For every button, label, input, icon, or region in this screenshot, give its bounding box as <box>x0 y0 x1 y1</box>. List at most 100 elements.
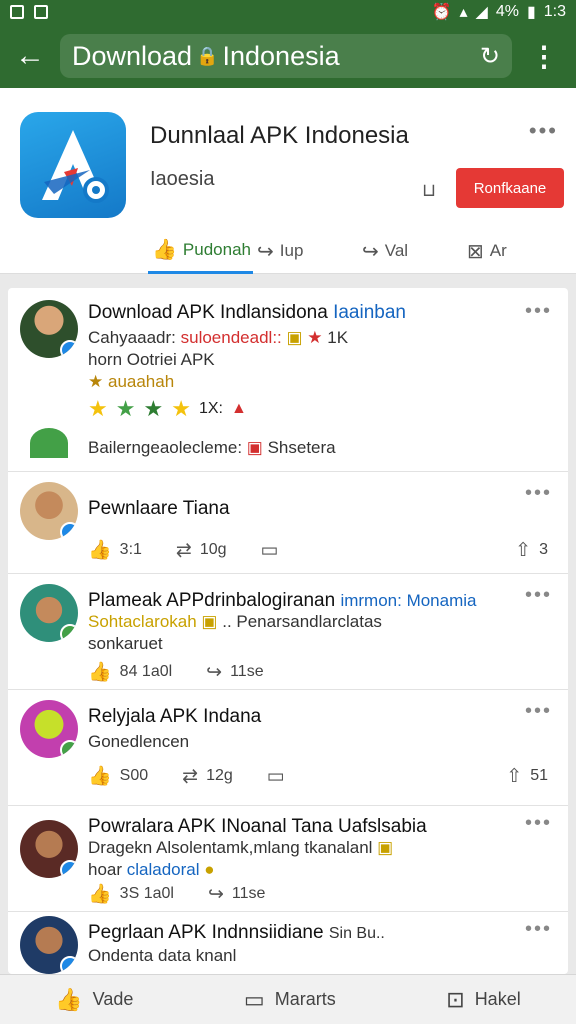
author-tag: Iaainban <box>333 302 406 323</box>
address-bar[interactable]: Download 🔒 Indonesia ↻ <box>60 34 512 78</box>
download-icon[interactable]: ⊔ <box>422 180 436 201</box>
like-count: 3S 1a0l <box>119 885 174 902</box>
post-author[interactable]: Pegrlaan APK Indnnsiidiane Sin Bu.. <box>88 922 385 944</box>
like-count: 84 1a0l <box>119 663 173 680</box>
author-name: Plameak APPdrinbalogiranan <box>88 590 336 611</box>
post-feed: Download APK Indlansidona Iaainban ••• C… <box>8 288 568 974</box>
author-tag: imrmon: Monamia <box>340 591 477 610</box>
post-text: Shsetera <box>267 438 336 457</box>
badge-icon: ▣ <box>201 612 218 631</box>
post-line: Gonedlencen <box>88 732 190 751</box>
tab-label: Ar <box>489 241 507 260</box>
nav-label: Mararts <box>274 989 336 1009</box>
post-author[interactable]: Plameak APPdrinbalogiranan imrmon: Monam… <box>88 590 477 612</box>
post-footer: Bailerngeaolecleme: ▣ Shsetera <box>88 438 336 458</box>
star-icon: ★ <box>307 328 323 347</box>
post-line: Ondenta data knanl <box>88 946 237 965</box>
avatar[interactable] <box>20 584 78 642</box>
overflow-menu-icon[interactable]: ⋮ <box>512 40 576 73</box>
post-text: auaahah <box>107 372 175 391</box>
feed-post[interactable]: Download APK Indlansidona Iaainban ••• C… <box>8 288 568 472</box>
share-button[interactable]: ↪ 11se <box>208 883 265 906</box>
avatar[interactable] <box>20 700 78 758</box>
post-more-icon[interactable]: ••• <box>525 584 552 607</box>
tab-label: Val <box>384 241 409 260</box>
repost-icon: ⇄ <box>175 539 192 561</box>
post-actions: 👍 3S 1a0l ↪ 11se <box>88 882 299 906</box>
like-button[interactable]: 👍 84 1a0l <box>88 660 172 684</box>
feed-post[interactable]: Plameak APPdrinbalogiranan imrmon: Monam… <box>8 574 568 690</box>
post-more-icon[interactable]: ••• <box>525 700 552 723</box>
battery-icon: ▮ <box>526 4 536 21</box>
nav-label: Vade <box>92 989 134 1009</box>
comment-button[interactable]: ▭ <box>267 765 285 788</box>
author-name[interactable]: Relyjala APK Indana <box>88 706 261 728</box>
author-name[interactable]: Powralara APK INoanal Tana Uafslsabia <box>88 816 427 838</box>
author-name[interactable]: Pewnlaare Tiana <box>88 498 230 520</box>
author-tag: Sin Bu.. <box>328 925 385 942</box>
tab-iup[interactable]: ↪ Iup <box>253 228 358 274</box>
post-text-highlight: Sohtaclarokah <box>88 612 197 631</box>
author-name: Download APK Indlansidona <box>88 302 328 323</box>
app-subtitle: Iaoesia <box>150 168 215 190</box>
post-more-icon[interactable]: ••• <box>525 300 552 323</box>
post-line: Cahyaaadr: suloendeadl:: ▣ ★ 1K <box>88 328 348 348</box>
avatar[interactable] <box>20 820 78 878</box>
battery-percent: 4% <box>495 3 519 20</box>
tab-ar[interactable]: ⊠ Ar <box>463 228 568 274</box>
bookmark-icon: ⊠ <box>467 240 484 263</box>
chat-icon: ▭ <box>243 986 265 1012</box>
like-button[interactable]: 👍 3S 1a0l <box>88 882 174 906</box>
post-more-icon[interactable]: ••• <box>525 812 552 835</box>
share-icon: ⇧ <box>515 539 532 561</box>
verified-badge-icon <box>60 624 78 642</box>
post-text-highlight: suloendeadl:: <box>180 328 282 347</box>
share-icon: ↪ <box>257 240 274 263</box>
feed-post[interactable]: Powralara APK INoanal Tana Uafslsabia ••… <box>8 806 568 912</box>
thumbs-up-icon: 👍 <box>55 986 83 1012</box>
install-button[interactable]: Ronfkaane <box>456 168 564 208</box>
share-button[interactable]: ↪ 11se <box>206 661 263 684</box>
like-button[interactable]: 👍 3:1 <box>88 538 142 562</box>
like-count: S00 <box>119 767 149 784</box>
comment-icon: ▭ <box>260 539 279 561</box>
tab-label: Iup <box>279 241 304 260</box>
nav-mararts[interactable]: ▭ Mararts <box>244 987 336 1013</box>
repost-button[interactable]: ⇄ 12g <box>182 765 233 788</box>
status-right: ⏰ ▴ ◢ 4% ▮ 1:3 <box>432 2 566 22</box>
share-button[interactable]: ⇧ 3 <box>515 539 548 562</box>
avatar[interactable] <box>20 300 78 358</box>
url-text: Download <box>72 40 193 71</box>
share-button[interactable]: ⇧ 51 <box>506 765 548 788</box>
feed-post[interactable]: Relyjala APK Indana ••• Gonedlencen 👍 S00… <box>8 690 568 806</box>
post-line: sonkaruet <box>88 634 163 653</box>
feed-post[interactable]: Pegrlaan APK Indnnsiidiane Sin Bu.. ••• … <box>8 912 568 974</box>
thumbs-up-icon: 👍 <box>88 766 112 787</box>
tab-pudonah[interactable]: 👍 Pudonah <box>148 228 253 274</box>
like-button[interactable]: 👍 S00 <box>88 764 148 788</box>
app-header: Dunnlaal APK Indonesia Iaoesia ••• ⊔ Ron… <box>0 88 576 274</box>
tab-val[interactable]: ↪ Val <box>358 228 463 274</box>
post-more-icon[interactable]: ••• <box>525 482 552 505</box>
reload-icon[interactable]: ↻ <box>480 42 500 71</box>
clock: 1:3 <box>543 3 566 20</box>
app-icon-small <box>30 428 68 458</box>
badge-icon: ▣ <box>377 838 394 857</box>
repost-count: 10g <box>199 541 227 558</box>
nav-label: Hakel <box>474 989 521 1009</box>
back-arrow-icon[interactable]: ← <box>0 24 60 88</box>
more-options-icon[interactable]: ••• <box>529 118 558 144</box>
post-author[interactable]: Download APK Indlansidona Iaainban <box>88 302 406 324</box>
feed-post[interactable]: Pewnlaare Tiana ••• 👍 3:1 ⇄ 10g ▭ ⇧ 3 <box>8 472 568 574</box>
comment-icon: ▭ <box>266 765 285 787</box>
nav-vade[interactable]: 👍 Vade <box>55 987 133 1013</box>
repost-icon: ⇄ <box>182 765 199 787</box>
nav-hakel[interactable]: ⊡ Hakel <box>446 987 520 1013</box>
repost-button[interactable]: ⇄ 10g <box>176 539 227 562</box>
avatar[interactable] <box>20 916 78 974</box>
comment-button[interactable]: ▭ <box>261 539 279 562</box>
post-line: Dragekn Alsolentamk,mlang tkanalanl ▣ <box>88 838 393 858</box>
post-more-icon[interactable]: ••• <box>525 918 552 941</box>
repost-count: 12g <box>206 767 233 784</box>
avatar[interactable] <box>20 482 78 540</box>
